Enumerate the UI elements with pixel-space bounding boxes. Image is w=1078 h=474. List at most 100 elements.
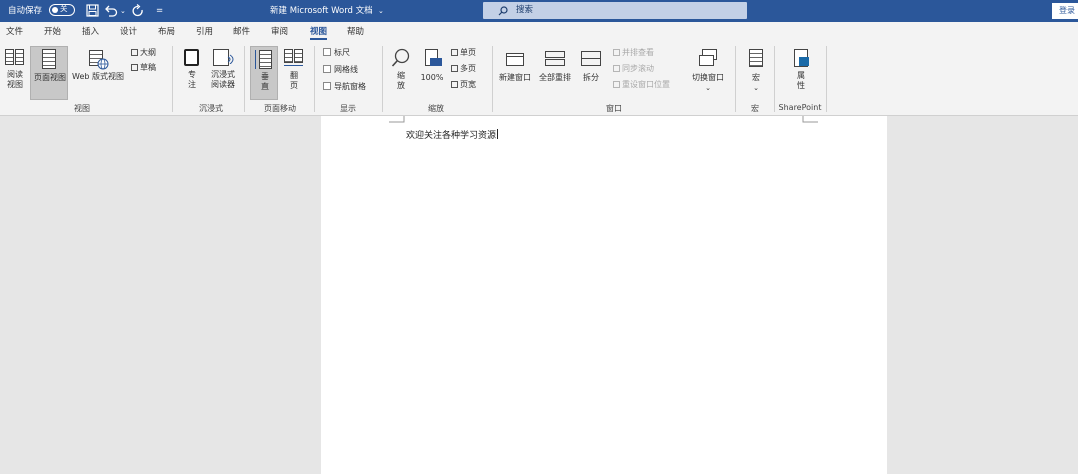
tab-references[interactable]: 引用 — [196, 22, 213, 42]
split-button[interactable]: 拆分 — [577, 46, 605, 100]
globe-icon — [97, 58, 109, 70]
search-icon — [498, 6, 508, 16]
divider — [382, 46, 383, 112]
checkbox-icon — [323, 65, 331, 73]
tab-home[interactable]: 开始 — [44, 22, 61, 42]
title-bar: 自动保存 关 ⌄ = 新建 Microsoft Word 文档 ⌄ 搜索 登录 — [0, 0, 1078, 22]
save-icon[interactable] — [86, 4, 99, 17]
group-label-sharepoint: SharePoint — [778, 103, 822, 112]
group-label-macros: 宏 — [751, 104, 759, 113]
zoom-button[interactable]: 缩 放 — [388, 46, 414, 100]
sync-scroll-icon — [613, 65, 620, 72]
group-label-window: 窗口 — [606, 104, 622, 113]
search-placeholder: 搜索 — [516, 5, 534, 15]
read-mode-label: 阅读 视图 — [7, 70, 23, 89]
sync-scroll-label: 同步滚动 — [622, 64, 654, 73]
navigation-pane-checkbox[interactable]: 导航窗格 — [323, 81, 366, 92]
group-label-views: 视图 — [74, 104, 90, 113]
speaker-icon — [227, 54, 234, 64]
page-width-button[interactable]: 页宽 — [451, 79, 476, 90]
split-line-icon — [581, 58, 601, 59]
gridlines-checkbox[interactable]: 网格线 — [323, 64, 358, 75]
read-mode-icon-page — [15, 49, 24, 65]
reset-window-label: 重设窗口位置 — [622, 80, 670, 89]
zoom-100-button[interactable]: 100% — [418, 46, 446, 100]
vertical-arrow-icon — [255, 50, 256, 69]
switch-windows-dropdown-icon: ⌄ — [705, 84, 711, 92]
checkbox-icon — [323, 82, 331, 90]
side-by-side-button[interactable]: 并排查看 — [613, 47, 654, 58]
ruler-checkbox[interactable]: 标尺 — [323, 47, 350, 58]
side-by-side-label: 并排查看 — [622, 48, 654, 57]
redo-icon[interactable] — [131, 4, 145, 17]
one-page-label: 单页 — [460, 48, 476, 57]
undo-dropdown-icon[interactable]: ⌄ — [120, 0, 126, 22]
sync-scroll-button[interactable]: 同步滚动 — [613, 63, 654, 74]
vertical-button[interactable]: 垂 直 — [250, 46, 278, 100]
draft-button[interactable]: 草稿 — [131, 62, 156, 73]
read-mode-button[interactable]: 阅读 视图 — [2, 46, 28, 100]
search-box[interactable]: 搜索 — [483, 2, 747, 19]
new-window-button[interactable]: 新建窗口 — [496, 46, 534, 100]
autosave-toggle[interactable]: 关 — [49, 4, 75, 16]
focus-button[interactable]: 专 注 — [180, 46, 204, 100]
divider — [172, 46, 173, 112]
outline-icon — [131, 49, 138, 56]
arrange-all-icon-lower — [545, 59, 565, 66]
document-page[interactable]: 欢迎关注各种学习资源 — [321, 116, 887, 474]
switch-windows-label: 切换窗口 — [692, 73, 724, 82]
document-title[interactable]: 新建 Microsoft Word 文档 — [270, 0, 373, 22]
macros-button[interactable]: 宏 ⌄ — [742, 46, 770, 100]
tab-view[interactable]: 视图 — [310, 22, 328, 42]
autosave-state: 关 — [60, 4, 68, 13]
split-label: 拆分 — [583, 73, 599, 82]
login-button[interactable]: 登录 — [1052, 3, 1078, 19]
macros-label: 宏 — [752, 73, 760, 82]
outline-label: 大纲 — [140, 48, 156, 57]
tab-mailings[interactable]: 邮件 — [233, 22, 250, 42]
tab-insert[interactable]: 插入 — [82, 22, 99, 42]
immersive-reader-label: 沉浸式 阅读器 — [211, 70, 235, 89]
multiple-pages-button[interactable]: 多页 — [451, 63, 476, 74]
properties-button[interactable]: 属 性 — [786, 46, 816, 100]
web-layout-label: Web 版式视图 — [72, 72, 124, 81]
macros-dropdown-icon: ⌄ — [753, 84, 759, 92]
immersive-reader-button[interactable]: 沉浸式 阅读器 — [206, 46, 240, 100]
divider — [244, 46, 245, 112]
tab-file[interactable]: 文件 — [6, 22, 23, 42]
tab-help[interactable]: 帮助 — [347, 22, 364, 42]
print-layout-button[interactable]: 页面视图 — [30, 46, 68, 100]
reset-window-button[interactable]: 重设窗口位置 — [613, 79, 670, 90]
one-page-button[interactable]: 单页 — [451, 47, 476, 58]
side-arrow-icon — [284, 65, 303, 66]
tab-design[interactable]: 设计 — [120, 22, 137, 42]
properties-label: 属 性 — [797, 71, 805, 90]
document-text[interactable]: 欢迎关注各种学习资源 — [406, 128, 499, 141]
multiple-pages-label: 多页 — [460, 64, 476, 73]
page-width-label: 页宽 — [460, 80, 476, 89]
print-layout-label: 页面视图 — [34, 73, 66, 82]
magnifier-icon — [391, 48, 410, 67]
divider — [314, 46, 315, 112]
title-dropdown-icon[interactable]: ⌄ — [378, 0, 384, 22]
undo-icon[interactable] — [104, 4, 118, 17]
read-mode-icon — [5, 49, 14, 65]
side-to-side-icon-page — [294, 49, 303, 63]
side-to-side-button[interactable]: 翻 页 — [281, 46, 307, 100]
focus-label: 专 注 — [188, 70, 196, 89]
print-layout-icon — [42, 49, 56, 69]
autosave-label: 自动保存 — [8, 6, 43, 16]
new-window-icon — [506, 53, 524, 66]
group-label-page-movement: 页面移动 — [264, 104, 296, 113]
arrange-all-button[interactable]: 全部重排 — [536, 46, 574, 100]
web-layout-button[interactable]: Web 版式视图 — [69, 46, 127, 100]
tab-review[interactable]: 审阅 — [271, 22, 288, 42]
sharepoint-badge-icon — [799, 57, 809, 66]
group-label-immersive: 沉浸式 — [199, 104, 223, 113]
outline-button[interactable]: 大纲 — [131, 47, 156, 58]
switch-windows-button[interactable]: 切换窗口 ⌄ — [688, 46, 728, 100]
checkbox-icon — [323, 48, 331, 56]
tab-layout[interactable]: 布局 — [158, 22, 175, 42]
customize-qat-icon[interactable]: = — [156, 0, 163, 22]
group-label-zoom: 缩放 — [428, 104, 444, 113]
